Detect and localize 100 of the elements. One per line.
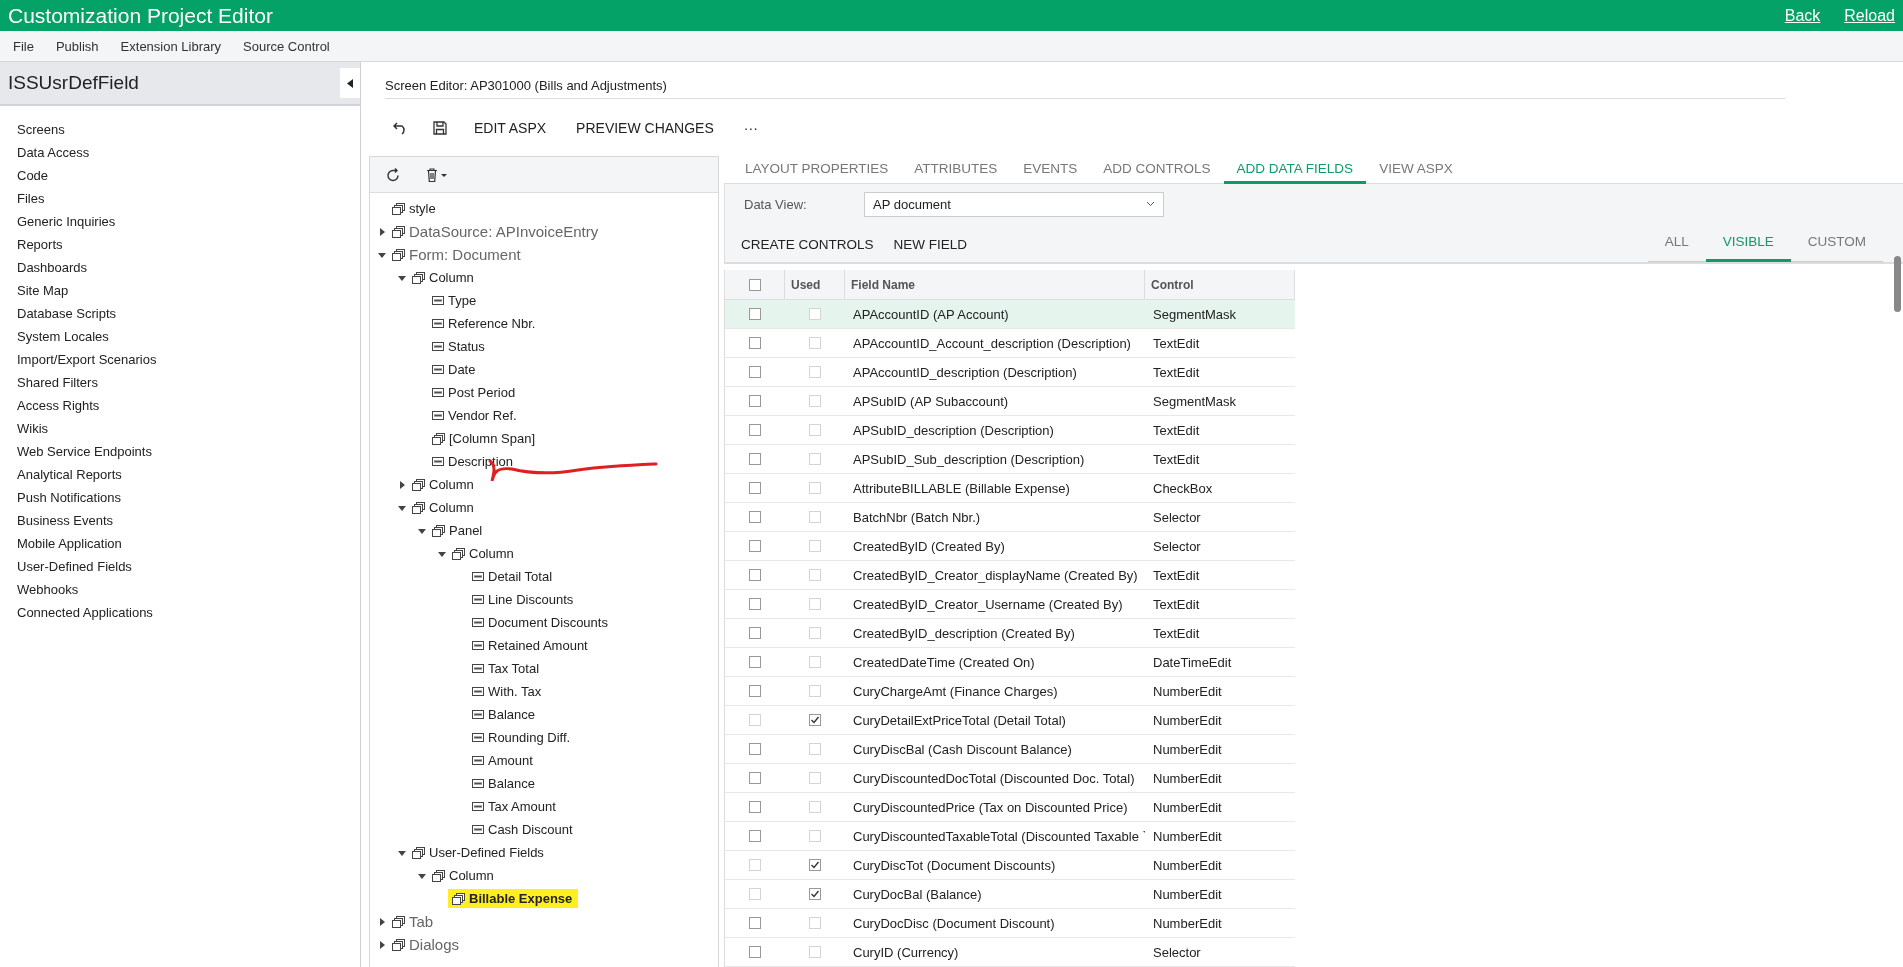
used-checkbox[interactable]	[809, 337, 821, 349]
collapse-caret-icon[interactable]	[347, 78, 353, 88]
sidebar-item[interactable]: Analytical Reports	[17, 463, 360, 486]
sidebar-item[interactable]: Screens	[17, 118, 360, 141]
filter-tab[interactable]: ALL	[1647, 224, 1706, 262]
tree-node[interactable]: Column	[412, 270, 474, 285]
tree-node[interactable]: Retained Amount	[472, 638, 588, 653]
tab[interactable]: ATTRIBUTES	[901, 156, 1011, 184]
tree-node[interactable]: Column	[412, 500, 474, 515]
used-checkbox[interactable]	[809, 453, 821, 465]
tree-node[interactable]: Billable Expense	[448, 889, 579, 908]
tree-node[interactable]: Amount	[472, 753, 533, 768]
used-checkbox[interactable]	[809, 801, 821, 813]
row-checkbox[interactable]	[749, 685, 761, 697]
row-checkbox[interactable]	[749, 917, 761, 929]
tree-node[interactable]: Date	[432, 362, 476, 377]
tree-node[interactable]: Form: Document	[392, 246, 521, 263]
row-checkbox[interactable]	[749, 540, 761, 552]
chevron-down-icon[interactable]	[1146, 201, 1155, 207]
used-checkbox[interactable]	[809, 395, 821, 407]
trash-icon[interactable]	[426, 167, 448, 182]
toolbar-button[interactable]: PREVIEW CHANGES	[563, 113, 727, 142]
used-checkbox[interactable]	[809, 366, 821, 378]
select-all-checkbox[interactable]	[748, 278, 761, 291]
sidebar-item[interactable]: Data Access	[17, 141, 360, 164]
save-icon[interactable]	[433, 120, 447, 135]
tree-node[interactable]: Column	[412, 477, 474, 492]
sidebar-item[interactable]: System Locales	[17, 325, 360, 348]
tree-node[interactable]: Tax Amount	[472, 799, 556, 814]
row-checkbox[interactable]	[749, 801, 761, 813]
sidebar-item[interactable]: Webhooks	[17, 578, 360, 601]
used-checkbox[interactable]	[809, 830, 821, 842]
row-checkbox[interactable]	[749, 424, 761, 436]
used-checkbox[interactable]	[809, 627, 821, 639]
tree-node[interactable]: [Column Span]	[432, 431, 535, 446]
row-checkbox[interactable]	[749, 511, 761, 523]
row-checkbox[interactable]	[749, 395, 761, 407]
row-checkbox[interactable]	[749, 627, 761, 639]
row-checkbox[interactable]	[749, 569, 761, 581]
tree-node[interactable]: Rounding Diff.	[472, 730, 571, 745]
used-checkbox[interactable]	[809, 540, 821, 552]
tree-node[interactable]: Line Discounts	[472, 592, 574, 607]
tree-node[interactable]: Status	[432, 339, 485, 354]
used-checkbox[interactable]	[809, 772, 821, 784]
tree-node[interactable]: Panel	[432, 523, 483, 538]
sidebar-item[interactable]: Business Events	[17, 509, 360, 532]
toolbar-button[interactable]: EDIT ASPX	[461, 113, 560, 142]
sidebar-item[interactable]: Code	[17, 164, 360, 187]
used-checkbox[interactable]	[809, 598, 821, 610]
action-button[interactable]: CREATE CONTROLS	[731, 232, 884, 256]
sidebar-item[interactable]: Dashboards	[17, 256, 360, 279]
row-checkbox[interactable]	[749, 366, 761, 378]
tree-node[interactable]: Column	[452, 546, 514, 561]
row-checkbox[interactable]	[749, 482, 761, 494]
sidebar-item[interactable]: Site Map	[17, 279, 360, 302]
row-checkbox[interactable]	[749, 830, 761, 842]
data-view-dropdown[interactable]: AP document	[864, 191, 1164, 217]
tree-node[interactable]: Reference Nbr.	[432, 316, 536, 331]
row-checkbox[interactable]	[749, 453, 761, 465]
used-checkbox[interactable]	[809, 946, 821, 958]
tree-node[interactable]: Cash Discount	[472, 822, 573, 837]
sidebar-item[interactable]: Reports	[17, 233, 360, 256]
used-checkbox[interactable]	[809, 511, 821, 523]
sidebar-item[interactable]: Files	[17, 187, 360, 210]
tree-node[interactable]: With. Tax	[472, 684, 542, 699]
row-checkbox[interactable]	[749, 656, 761, 668]
used-checkbox[interactable]	[809, 308, 821, 320]
tree-node[interactable]: Document Discounts	[472, 615, 608, 630]
action-button[interactable]: NEW FIELD	[883, 232, 978, 256]
tree-node[interactable]: Type	[432, 293, 477, 308]
tab[interactable]: EVENTS	[1010, 156, 1091, 184]
row-checkbox[interactable]	[749, 743, 761, 755]
row-select-cell[interactable]	[725, 300, 785, 329]
collapse-button[interactable]	[340, 68, 360, 98]
used-checkbox[interactable]	[809, 743, 821, 755]
filter-tab[interactable]: CUSTOM	[1790, 224, 1883, 262]
sidebar-item[interactable]: Wikis	[17, 417, 360, 440]
menu-item[interactable]: Source Control	[234, 34, 339, 58]
used-checkbox[interactable]	[809, 917, 821, 929]
used-checkbox[interactable]	[809, 685, 821, 697]
row-checkbox[interactable]	[749, 337, 761, 349]
refresh-icon[interactable]	[386, 167, 400, 182]
row-checkbox[interactable]	[749, 598, 761, 610]
sidebar-item[interactable]: Generic Inquiries	[17, 210, 360, 233]
tree-node[interactable]: Balance	[472, 776, 535, 791]
tree-node[interactable]: Dialogs	[392, 936, 460, 953]
tree-node[interactable]: Column	[432, 868, 494, 883]
tab[interactable]: LAYOUT PROPERTIES	[732, 156, 902, 184]
tab[interactable]: VIEW ASPX	[1366, 156, 1466, 184]
sidebar-item[interactable]: User-Defined Fields	[17, 555, 360, 578]
tree-node[interactable]: Balance	[472, 707, 535, 722]
tree-node[interactable]: Post Period	[432, 385, 516, 400]
tree-node[interactable]: DataSource: APInvoiceEntry	[392, 223, 599, 240]
used-checkbox[interactable]	[809, 482, 821, 494]
menu-item[interactable]: Extension Library	[111, 34, 231, 58]
row-checkbox[interactable]	[749, 946, 761, 958]
menu-item[interactable]: File	[4, 34, 43, 58]
sidebar-item[interactable]: Import/Export Scenarios	[17, 348, 360, 371]
used-checkbox[interactable]	[809, 656, 821, 668]
row-checkbox[interactable]	[749, 772, 761, 784]
